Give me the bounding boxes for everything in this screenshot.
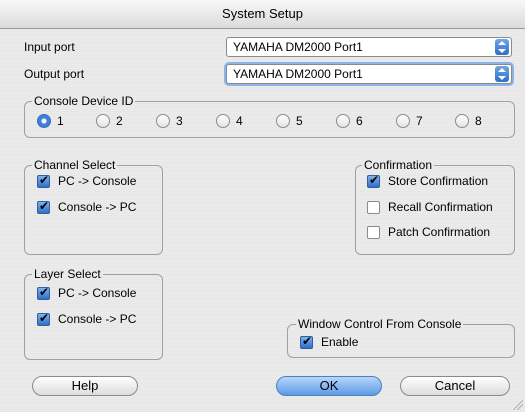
cancel-button[interactable]: Cancel bbox=[400, 376, 510, 396]
device-id-radio-label: 3 bbox=[176, 114, 183, 128]
recall-confirmation-checkbox[interactable] bbox=[367, 201, 380, 214]
device-id-radio-1[interactable] bbox=[37, 114, 51, 128]
confirmation-title: Confirmation bbox=[362, 158, 435, 172]
help-button[interactable]: Help bbox=[32, 376, 138, 396]
window-control-enable-checkbox[interactable] bbox=[300, 334, 313, 349]
store-confirmation-label: Store Confirmation bbox=[388, 174, 489, 188]
device-id-radio-3[interactable] bbox=[156, 114, 170, 128]
channel-select-title: Channel Select bbox=[32, 158, 118, 172]
device-id-radio-4[interactable] bbox=[216, 114, 230, 128]
layer-console-to-pc-label: Console -> PC bbox=[58, 312, 137, 326]
popup-arrows-icon bbox=[495, 39, 509, 55]
patch-confirmation-label: Patch Confirmation bbox=[388, 225, 491, 239]
device-id-radio-label: 7 bbox=[416, 114, 423, 128]
channel-console-to-pc-label: Console -> PC bbox=[58, 200, 137, 214]
device-id-radio-7[interactable] bbox=[396, 114, 410, 128]
device-id-radio-label: 2 bbox=[116, 114, 123, 128]
layer-pc-to-console-label: PC -> Console bbox=[58, 286, 137, 300]
device-id-radio-5[interactable] bbox=[276, 114, 290, 128]
layer-pc-to-console-checkbox[interactable] bbox=[37, 285, 50, 300]
ok-button[interactable]: OK bbox=[276, 376, 382, 396]
title-bar: System Setup bbox=[0, 0, 525, 29]
patch-confirmation-checkbox[interactable] bbox=[367, 226, 380, 239]
layer-select-title: Layer Select bbox=[32, 267, 103, 281]
console-device-id-title: Console Device ID bbox=[32, 94, 136, 108]
output-port-label: Output port bbox=[24, 67, 85, 81]
input-port-value: YAMAHA DM2000 Port1 bbox=[233, 40, 363, 54]
device-id-radio-label: 1 bbox=[57, 114, 64, 128]
channel-pc-to-console-label: PC -> Console bbox=[58, 174, 137, 188]
system-setup-dialog: System Setup Input port YAMAHA DM2000 Po… bbox=[0, 0, 525, 412]
window-control-enable-label: Enable bbox=[321, 335, 359, 349]
device-id-radio-6[interactable] bbox=[336, 114, 350, 128]
window-control-title: Window Control From Console bbox=[296, 317, 464, 331]
channel-console-to-pc-checkbox[interactable] bbox=[37, 199, 50, 214]
resize-grip-icon[interactable] bbox=[513, 400, 523, 410]
output-port-select[interactable]: YAMAHA DM2000 Port1 bbox=[226, 64, 512, 84]
channel-pc-to-console-checkbox[interactable] bbox=[37, 173, 50, 188]
output-port-value: YAMAHA DM2000 Port1 bbox=[233, 67, 363, 81]
recall-confirmation-label: Recall Confirmation bbox=[388, 200, 493, 214]
device-id-radio-label: 5 bbox=[296, 114, 303, 128]
input-port-select[interactable]: YAMAHA DM2000 Port1 bbox=[226, 37, 512, 57]
device-id-radio-label: 8 bbox=[475, 114, 482, 128]
device-id-radio-2[interactable] bbox=[96, 114, 110, 128]
layer-console-to-pc-checkbox[interactable] bbox=[37, 311, 50, 326]
popup-arrows-icon bbox=[495, 66, 509, 82]
device-id-radio-label: 4 bbox=[236, 114, 243, 128]
device-id-radio-label: 6 bbox=[356, 114, 363, 128]
store-confirmation-checkbox[interactable] bbox=[367, 173, 380, 188]
device-id-radio-8[interactable] bbox=[455, 114, 469, 128]
input-port-label: Input port bbox=[24, 40, 75, 54]
